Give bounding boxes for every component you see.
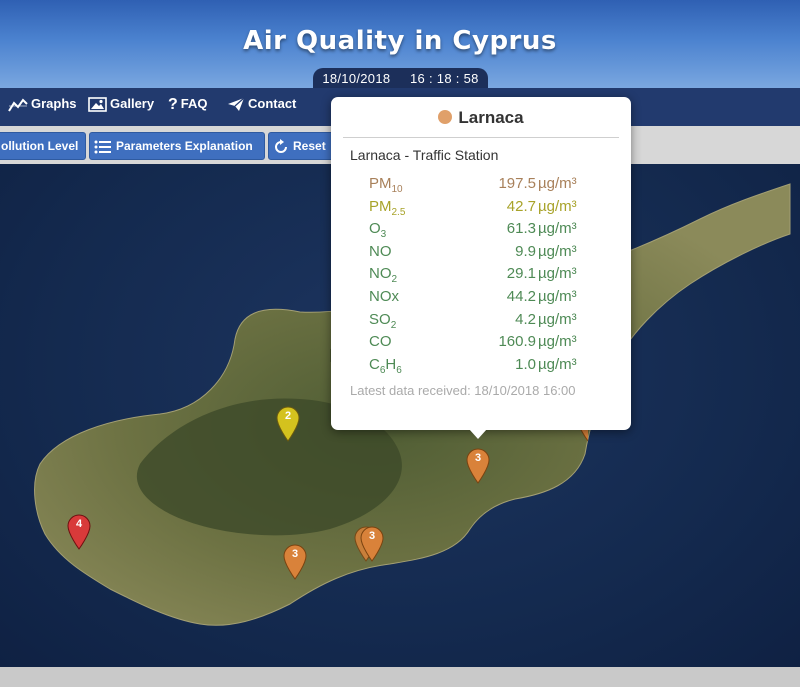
parameter-unit: µg/m³ (538, 197, 577, 215)
marker-count: 3 (291, 548, 299, 560)
nav-faq-label: FAQ (180, 96, 208, 111)
measurement-row: SO2 4.2 µg/m³ (369, 311, 629, 334)
datetime-display: 18/10/2018 16 : 18 : 58 (313, 68, 488, 90)
marker-count: 3 (474, 452, 482, 464)
parameter-unit: µg/m³ (538, 333, 577, 351)
parameter-unit: µg/m³ (538, 175, 577, 192)
popup-city: Larnaca (458, 108, 524, 127)
nav-gallery-label: Gallery (110, 96, 155, 111)
popup-divider (343, 137, 619, 138)
nav-graphs[interactable]: Graphs (8, 88, 77, 120)
nav-contact-label: Contact (248, 96, 297, 111)
measurement-row: PM10 197.5 µg/m³ (369, 175, 629, 198)
refresh-icon (275, 138, 287, 153)
measurement-row: PM2.5 42.7 µg/m³ (369, 198, 629, 221)
parameter-name: PM2.5 (369, 197, 406, 218)
nav-graphs-label: Graphs (31, 96, 77, 111)
parameter-value: 9.9 (515, 242, 536, 260)
station-marker[interactable]: 4 (67, 514, 91, 550)
latest-data-text: Latest data received: 18/10/2018 16:00 (350, 383, 576, 398)
parameter-unit: µg/m³ (538, 310, 577, 328)
parameter-name: PM10 (369, 175, 403, 195)
parameter-value: 1.0 (515, 355, 536, 373)
parameter-value: 197.5 (498, 175, 536, 192)
parameter-value: 61.3 (506, 220, 536, 238)
parameter-unit: µg/m³ (538, 220, 577, 238)
parameter-unit: µg/m³ (538, 242, 577, 260)
station-marker[interactable]: 3 (360, 526, 384, 562)
bottom-bar (0, 667, 800, 687)
station-popup: Larnaca Larnaca - Traffic Station PM10 19… (331, 97, 631, 430)
popup-title: Larnaca (331, 97, 631, 137)
measurement-row: NOx 44.2 µg/m³ (369, 288, 629, 311)
list-icon (94, 140, 111, 154)
parameter-value: 4.2 (515, 310, 536, 328)
measurements-list: PM10 197.5 µg/m³ PM2.5 42.7 µg/m³ O3 61.3 µg/m³ N… (369, 175, 629, 378)
parameter-name: NOx (369, 287, 399, 305)
parameter-name: SO2 (369, 310, 397, 331)
station-marker[interactable]: 2 (276, 406, 300, 442)
parameters-explanation-label: Parameters Explanation (116, 139, 253, 153)
marker-count: 3 (368, 530, 376, 542)
question-icon: ? (168, 95, 178, 113)
station-name: Larnaca - Traffic Station (350, 147, 499, 163)
popup-pointer (469, 429, 487, 439)
current-time: 16 : 18 : 58 (410, 71, 479, 86)
parameters-explanation-button[interactable]: Parameters Explanation (89, 132, 265, 160)
parameter-value: 42.7 (506, 197, 536, 215)
parameter-value: 160.9 (498, 333, 536, 351)
reset-button[interactable]: Reset (268, 132, 340, 160)
measurement-row: CO 160.9 µg/m³ (369, 333, 629, 356)
station-marker[interactable]: 3 (283, 544, 307, 580)
parameter-name: NO2 (369, 265, 398, 286)
measurement-row: NO 9.9 µg/m³ (369, 243, 629, 266)
pollution-level-label: ollution Level (1, 139, 79, 153)
page-title: Air Quality in Cyprus (243, 26, 557, 56)
nav-contact[interactable]: Contact (227, 88, 296, 120)
measurement-row: C6H6 1.0 µg/m³ (369, 356, 629, 379)
parameter-unit: µg/m³ (538, 355, 577, 373)
measurement-row: O3 61.3 µg/m³ (369, 220, 629, 243)
current-date: 18/10/2018 (322, 71, 391, 86)
parameter-name: NO (369, 242, 392, 260)
parameter-unit: µg/m³ (538, 287, 577, 305)
parameter-name: O3 (369, 220, 387, 241)
marker-count: 4 (75, 518, 83, 530)
paper-plane-icon (228, 97, 245, 112)
marker-count: 2 (284, 410, 292, 422)
parameter-unit: µg/m³ (538, 265, 577, 283)
level-dot (438, 110, 453, 124)
chart-line-icon (8, 98, 28, 112)
parameter-value: 29.1 (506, 265, 536, 283)
nav-gallery[interactable]: Gallery (88, 88, 154, 120)
reset-label: Reset (293, 139, 326, 153)
parameter-name: CO (369, 333, 392, 351)
measurement-row: NO2 29.1 µg/m³ (369, 265, 629, 288)
parameter-value: 44.2 (506, 287, 536, 305)
pollution-level-button[interactable]: ollution Level (0, 132, 86, 160)
parameter-name: C6H6 (369, 355, 402, 376)
station-marker-larnaca[interactable]: 3 (466, 448, 490, 484)
nav-faq[interactable]: ? FAQ (168, 88, 208, 120)
image-icon (88, 97, 107, 112)
